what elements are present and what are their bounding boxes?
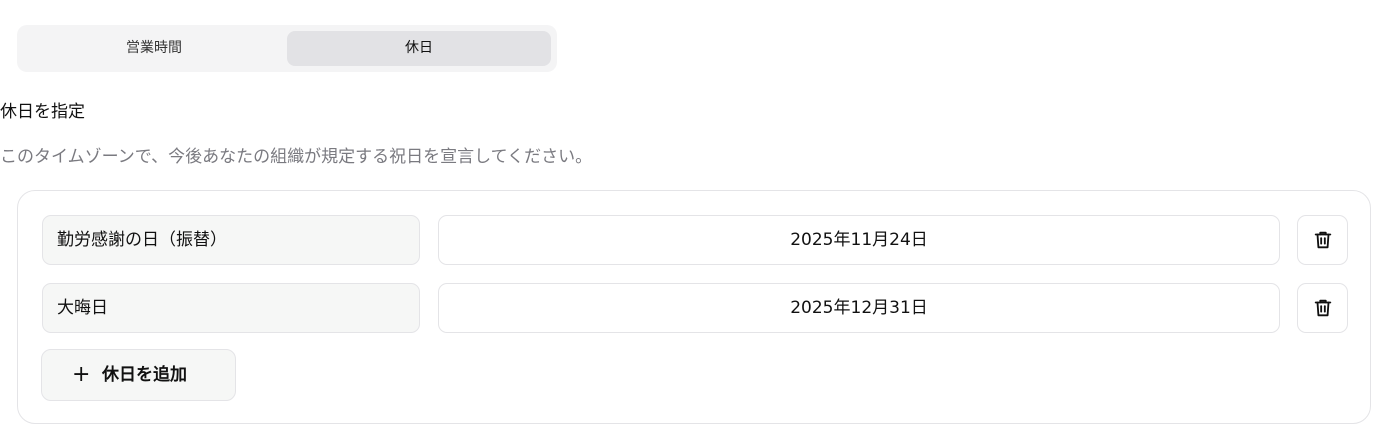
trash-icon: [1314, 299, 1332, 317]
section-description: このタイムゾーンで、今後あなたの組織が規定する祝日を宣言してください。: [0, 147, 593, 167]
holiday-date-field[interactable]: 2025年12月31日: [438, 283, 1280, 333]
holiday-list-card: 勤労感謝の日（振替） 2025年11月24日 大晦日 2025年12月31日 +…: [17, 190, 1371, 424]
plus-icon: +: [72, 362, 91, 387]
holiday-date-field[interactable]: 2025年11月24日: [438, 215, 1280, 265]
delete-holiday-button[interactable]: [1297, 215, 1348, 265]
delete-holiday-button[interactable]: [1297, 283, 1348, 333]
tab-holidays[interactable]: 休日: [287, 31, 551, 66]
tab-switcher: 営業時間 休日: [17, 25, 557, 72]
holiday-row: 勤労感謝の日（振替） 2025年11月24日: [42, 215, 1350, 265]
section-title: 休日を指定: [0, 102, 85, 122]
holiday-row: 大晦日 2025年12月31日: [42, 283, 1350, 333]
tab-business-hours[interactable]: 営業時間: [23, 31, 285, 66]
holiday-name-field[interactable]: 大晦日: [42, 283, 420, 333]
holiday-name-field[interactable]: 勤労感謝の日（振替）: [42, 215, 420, 265]
add-holiday-button[interactable]: + 休日を追加: [41, 349, 236, 401]
add-holiday-label: 休日を追加: [102, 365, 187, 385]
trash-icon: [1314, 231, 1332, 249]
